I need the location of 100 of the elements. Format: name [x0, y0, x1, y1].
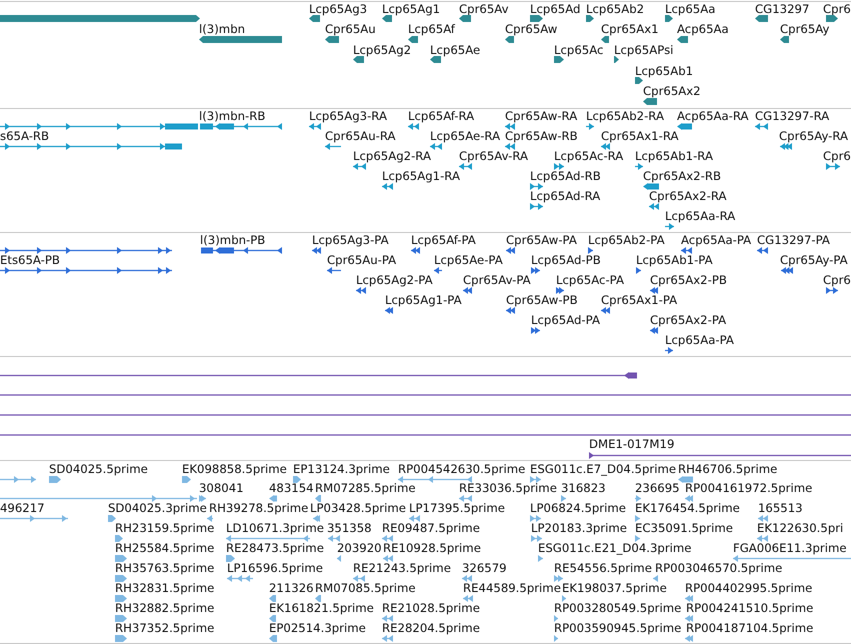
feature-line[interactable] [0, 414, 851, 416]
double-arrow-icon[interactable] [411, 247, 420, 254]
gene-model[interactable] [0, 143, 182, 150]
double-arrow-icon[interactable] [463, 594, 473, 602]
double-arrow-icon[interactable] [757, 535, 768, 542]
double-arrow-icon[interactable] [463, 287, 472, 294]
double-arrow-icon[interactable] [462, 575, 472, 582]
double-arrow-icon[interactable] [505, 123, 515, 130]
gene-model[interactable] [0, 123, 198, 130]
double-arrow-icon[interactable] [385, 307, 393, 314]
arrow-icon[interactable] [327, 267, 341, 274]
arrow-icon[interactable] [538, 555, 543, 562]
arrow-icon[interactable] [353, 56, 364, 64]
arrow-icon[interactable] [635, 163, 643, 170]
arrow-icon[interactable] [653, 575, 658, 582]
arrow-icon[interactable] [677, 36, 688, 43]
double-arrow-icon[interactable] [685, 614, 693, 622]
double-arrow-icon[interactable] [554, 575, 563, 582]
arrow-icon[interactable] [554, 614, 558, 622]
double-arrow-icon[interactable] [554, 163, 564, 170]
arrow-icon[interactable] [115, 575, 127, 582]
arrow-icon[interactable] [586, 15, 594, 22]
arrow-icon[interactable] [755, 15, 768, 22]
double-arrow-icon[interactable] [780, 143, 792, 150]
double-arrow-icon[interactable] [430, 143, 442, 150]
arrow-icon[interactable] [430, 56, 441, 64]
arrow-icon[interactable] [293, 476, 301, 482]
double-arrow-icon[interactable] [382, 614, 393, 622]
arrow-icon[interactable] [635, 495, 641, 502]
arrow-icon[interactable] [382, 15, 392, 22]
double-arrow-icon[interactable] [353, 575, 365, 582]
double-arrow-icon[interactable] [650, 327, 658, 334]
arrow-icon[interactable] [614, 56, 619, 64]
arrow-icon[interactable] [207, 515, 213, 522]
arrow-icon[interactable] [826, 15, 838, 22]
arrow-icon[interactable] [325, 143, 341, 150]
arrow-icon[interactable] [315, 495, 321, 502]
gene-model[interactable] [201, 247, 282, 254]
feature-line[interactable] [589, 452, 851, 459]
arrow-icon[interactable] [635, 515, 640, 522]
arrow-icon[interactable] [554, 634, 558, 642]
double-arrow-icon[interactable] [531, 327, 540, 334]
double-arrow-icon[interactable] [531, 535, 542, 542]
arrow-icon[interactable] [554, 56, 564, 64]
arrow-icon[interactable] [269, 495, 277, 502]
double-arrow-icon[interactable] [601, 143, 610, 150]
double-arrow-icon[interactable] [459, 495, 472, 502]
gene-model[interactable] [0, 372, 637, 379]
gene-model[interactable] [200, 123, 282, 130]
arrow-icon[interactable] [182, 476, 191, 482]
double-arrow-icon[interactable] [459, 163, 472, 170]
arrow-icon[interactable] [115, 614, 127, 622]
double-arrow-icon[interactable] [408, 123, 419, 130]
arrow-icon[interactable] [337, 555, 341, 562]
arrow-icon[interactable] [115, 594, 127, 602]
arrow-icon[interactable] [635, 76, 643, 84]
arrow-icon[interactable] [269, 594, 276, 602]
arrow-icon[interactable] [315, 594, 321, 602]
double-arrow-icon[interactable] [601, 307, 610, 314]
double-arrow-icon[interactable] [530, 203, 543, 210]
double-arrow-icon[interactable] [409, 515, 420, 522]
double-arrow-icon[interactable] [506, 307, 515, 314]
arrow-icon[interactable] [434, 267, 442, 274]
arrow-icon[interactable] [561, 495, 566, 502]
double-arrow-icon[interactable] [826, 287, 838, 294]
arrow-icon[interactable] [530, 15, 543, 22]
arrow-icon[interactable] [108, 515, 116, 522]
arrow-icon[interactable] [309, 15, 320, 22]
arrow-icon[interactable] [601, 36, 609, 43]
double-arrow-icon[interactable] [505, 143, 515, 150]
arrow-icon[interactable] [678, 476, 693, 482]
feature-line[interactable] [0, 247, 172, 254]
double-arrow-icon[interactable] [781, 267, 793, 274]
arrow-icon[interactable] [505, 36, 514, 43]
double-arrow-icon[interactable] [826, 163, 840, 170]
arrow-icon[interactable] [408, 36, 418, 43]
arrow-icon[interactable] [49, 476, 61, 482]
arrow-icon[interactable] [643, 98, 657, 104]
double-arrow-icon[interactable] [353, 163, 366, 170]
double-arrow-icon[interactable] [531, 267, 540, 274]
arrow-icon[interactable] [459, 15, 471, 22]
arrow-icon[interactable] [562, 594, 566, 602]
feature-bar[interactable] [0, 15, 200, 22]
arrow-icon[interactable] [665, 347, 673, 354]
arrow-icon[interactable] [588, 247, 593, 254]
arrow-icon[interactable] [780, 36, 789, 43]
double-arrow-icon[interactable] [757, 247, 768, 254]
arrow-icon[interactable] [226, 555, 235, 562]
double-arrow-icon[interactable] [556, 287, 564, 294]
arrow-icon[interactable] [665, 223, 674, 230]
double-arrow-icon[interactable] [685, 594, 693, 602]
double-arrow-icon[interactable] [530, 183, 543, 190]
arrow-icon[interactable] [325, 36, 339, 43]
double-arrow-icon[interactable] [382, 183, 393, 190]
double-arrow-icon[interactable] [382, 535, 393, 542]
arrow-icon[interactable] [269, 614, 276, 622]
arrow-icon[interactable] [636, 267, 641, 274]
arrow-icon[interactable] [643, 183, 659, 190]
double-arrow-icon[interactable] [383, 555, 393, 562]
feature-line[interactable] [0, 394, 851, 396]
